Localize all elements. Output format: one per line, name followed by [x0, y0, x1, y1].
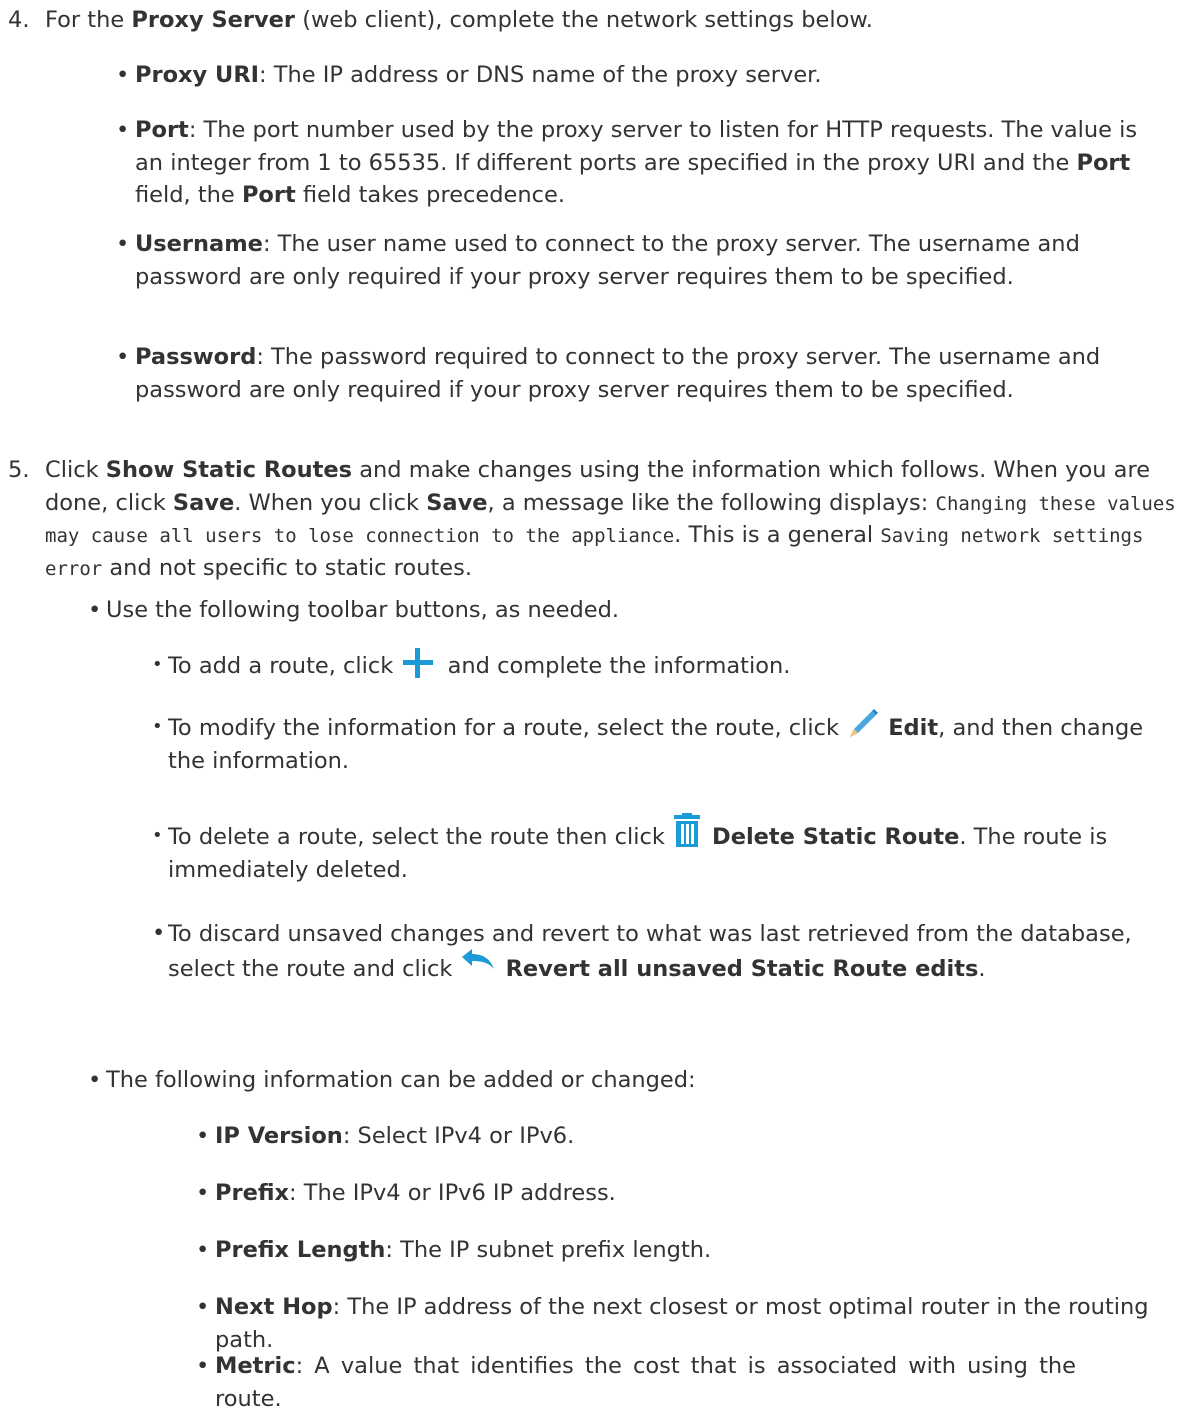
bullet: •: [88, 597, 102, 623]
delete-route-item: To delete a route, select the route then…: [168, 812, 1178, 886]
step-number: 4.: [8, 7, 30, 33]
field-metric: Metric: A value that identifies the cost…: [215, 1353, 1077, 1412]
toolbar-intro: Use the following toolbar buttons, as ne…: [106, 597, 620, 623]
bullet: •: [196, 1180, 210, 1206]
bullet: •: [152, 825, 163, 846]
revert-route-item: To discard unsaved changes and revert to…: [168, 921, 1132, 982]
bullet: •: [196, 1294, 210, 1320]
bullet: •: [116, 231, 130, 257]
step-5-text: Click Show Static Routes and make change…: [45, 457, 1176, 581]
plus-icon: [400, 646, 436, 680]
bullet: •: [196, 1123, 210, 1149]
list-item-port: Port: The port number used by the proxy …: [135, 117, 1138, 209]
bullet: •: [152, 716, 163, 737]
add-route-item: To add a route, click and complete the i…: [168, 647, 1168, 683]
field-next-hop: Next Hop: The IP address of the next clo…: [215, 1294, 1149, 1353]
pencil-icon: [846, 707, 880, 741]
edit-route-item: To modify the information for a route, s…: [168, 708, 1178, 777]
info-intro: The following information can be added o…: [106, 1067, 696, 1093]
bullet: •: [116, 117, 130, 143]
bullet: •: [152, 920, 166, 946]
undo-arrow-icon: [460, 949, 496, 973]
bullet: •: [152, 654, 163, 675]
list-item-username: Username: The user name used to connect …: [135, 231, 1080, 290]
trash-icon: [672, 812, 702, 849]
bullet: •: [116, 344, 130, 370]
step-number: 5.: [8, 457, 30, 483]
list-item-proxy-uri: Proxy URI: The IP address or DNS name of…: [135, 62, 822, 88]
step-4-text: For the Proxy Server (web client), compl…: [45, 7, 873, 33]
bullet: •: [196, 1353, 210, 1379]
bullet: •: [196, 1237, 210, 1263]
list-item-password: Password: The password required to conne…: [135, 344, 1101, 403]
bullet: •: [88, 1067, 102, 1093]
field-prefix-length: Prefix Length: The IP subnet prefix leng…: [215, 1237, 712, 1263]
field-ip-version: IP Version: Select IPv4 or IPv6.: [215, 1123, 575, 1149]
bullet: •: [116, 62, 130, 88]
field-prefix: Prefix: The IPv4 or IPv6 IP address.: [215, 1180, 616, 1206]
